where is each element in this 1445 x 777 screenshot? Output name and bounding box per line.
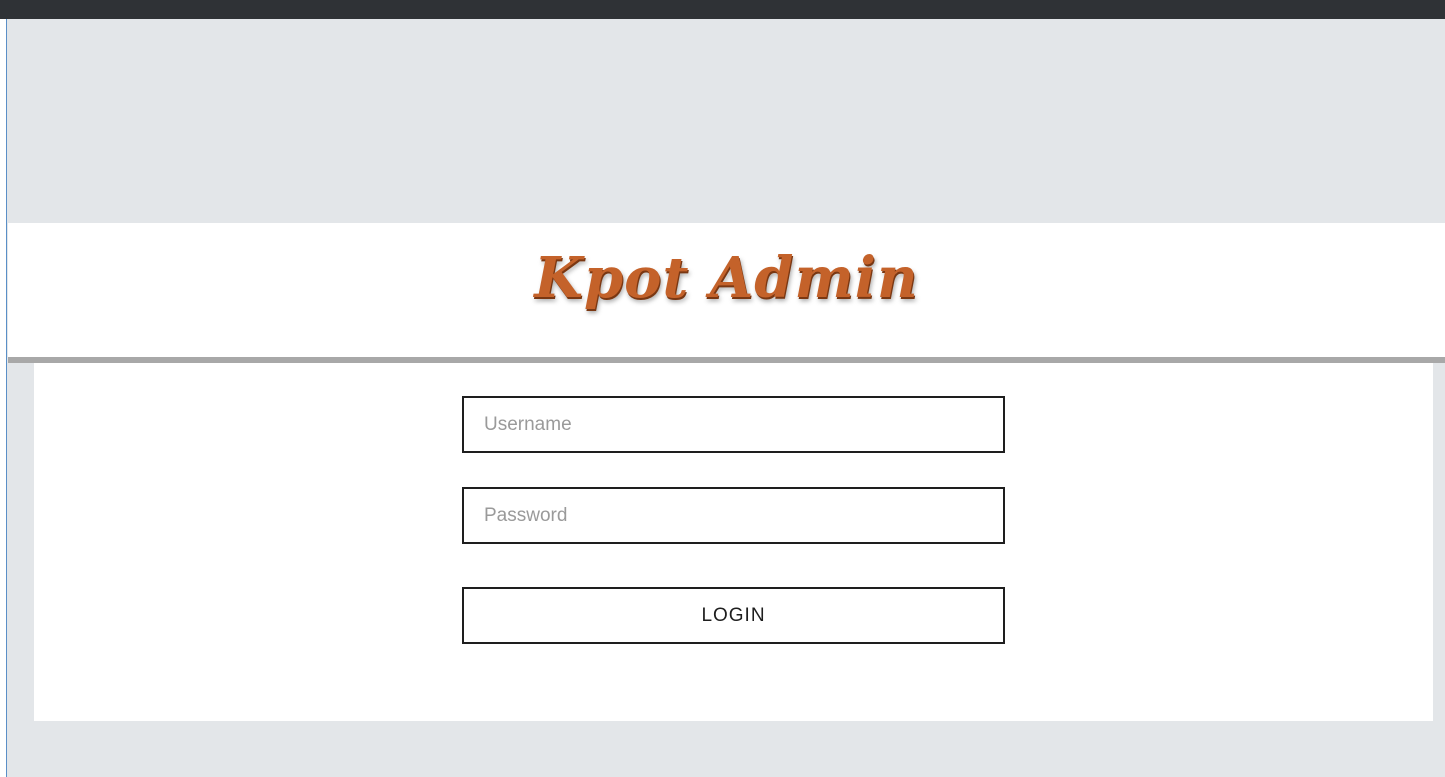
logo: Kpot Admin [534, 245, 919, 311]
bottom-area [8, 721, 1445, 777]
login-page: Kpot Admin LOGIN [0, 0, 1445, 777]
logo-band: Kpot Admin [8, 223, 1445, 357]
login-button[interactable]: LOGIN [462, 587, 1005, 644]
password-input[interactable] [462, 487, 1005, 544]
username-input[interactable] [462, 396, 1005, 453]
login-form: LOGIN [34, 363, 1433, 721]
top-bar [0, 0, 1445, 19]
header-area [8, 19, 1445, 223]
left-edge [0, 19, 7, 777]
